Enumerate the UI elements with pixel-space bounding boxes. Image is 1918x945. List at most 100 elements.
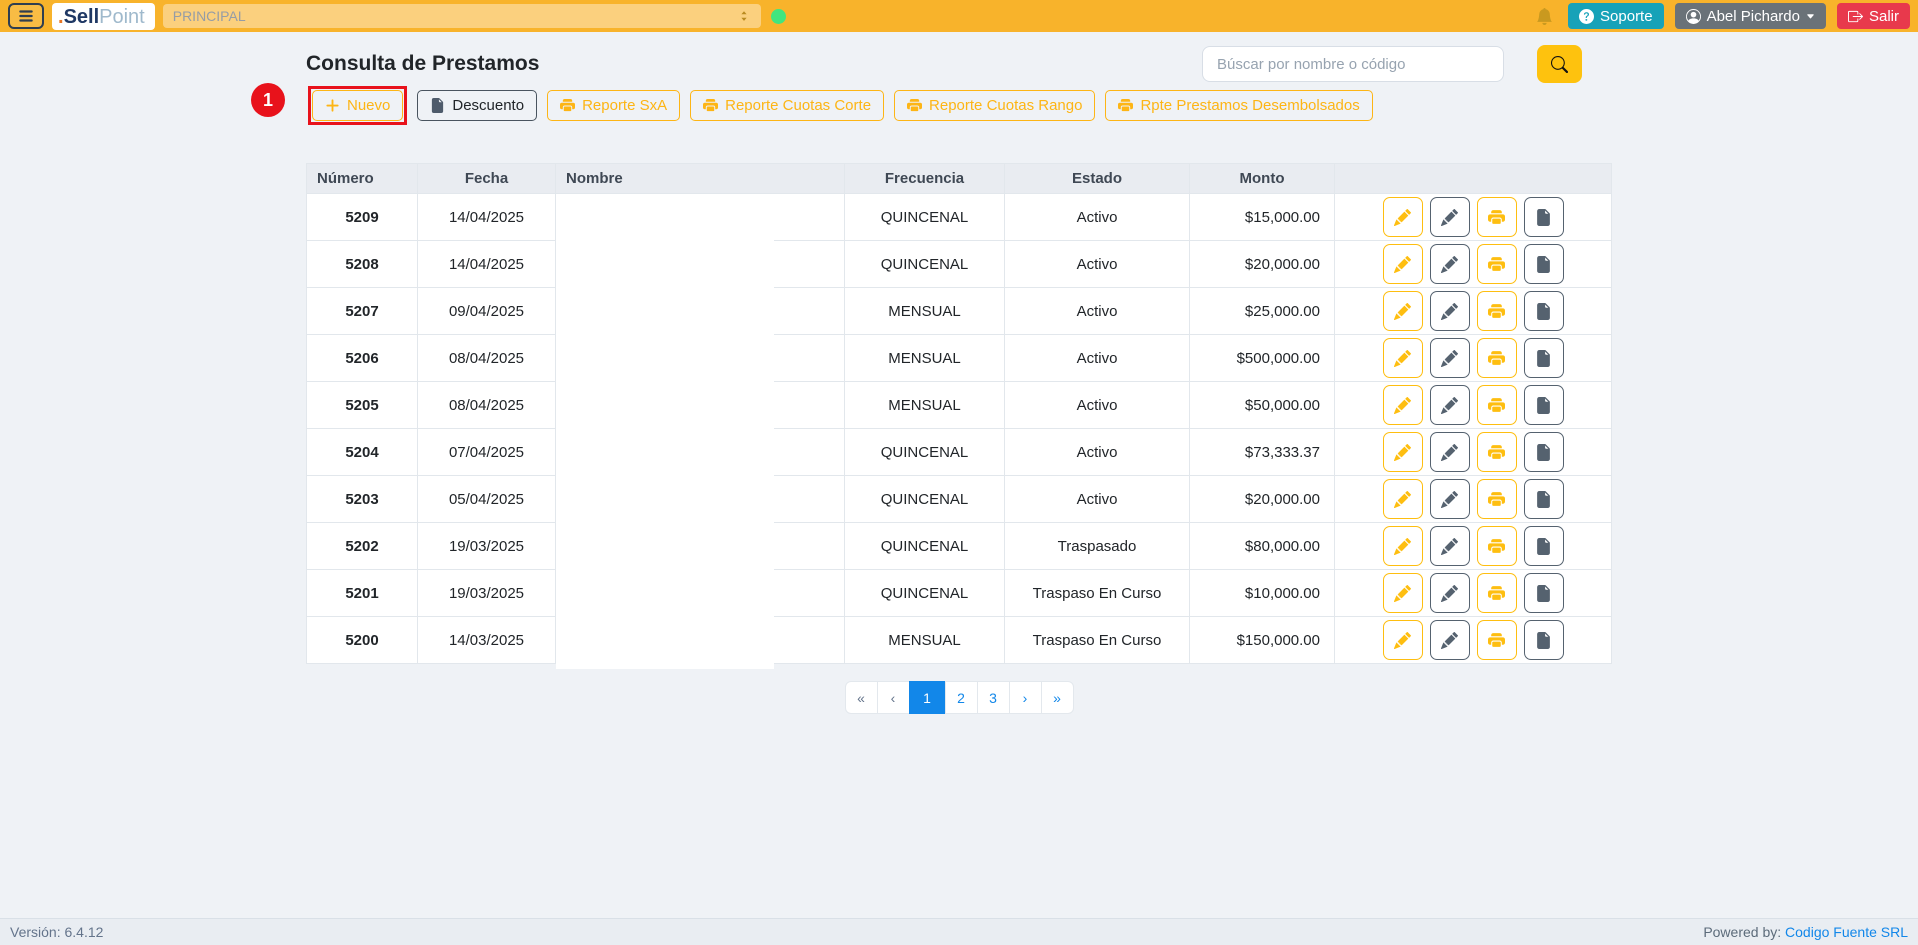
- loan-actions-cell: [1335, 617, 1612, 664]
- printer-icon: [703, 98, 718, 113]
- printer-icon: [1488, 538, 1505, 555]
- loan-document-button[interactable]: [1524, 197, 1564, 237]
- pagination-first[interactable]: «: [845, 681, 878, 714]
- loan-date-cell: 19/03/2025: [418, 570, 556, 617]
- loan-document-button[interactable]: [1524, 479, 1564, 519]
- annotate-loan-button[interactable]: [1430, 291, 1470, 331]
- pagination-page-2[interactable]: 2: [945, 681, 978, 714]
- annotate-loan-button[interactable]: [1430, 197, 1470, 237]
- pagination-last[interactable]: »: [1041, 681, 1074, 714]
- print-loan-button[interactable]: [1477, 338, 1517, 378]
- loan-date-cell: 14/04/2025: [418, 194, 556, 241]
- loan-document-button[interactable]: [1524, 244, 1564, 284]
- menu-toggle-button[interactable]: [8, 3, 44, 29]
- search-button[interactable]: [1537, 45, 1582, 83]
- loan-document-button[interactable]: [1524, 338, 1564, 378]
- print-loan-button[interactable]: [1477, 197, 1517, 237]
- print-loan-button[interactable]: [1477, 526, 1517, 566]
- annotate-loan-button[interactable]: [1430, 620, 1470, 660]
- table-row: 5206 08/04/2025 MENSUAL Activo $500,000.…: [307, 335, 1612, 382]
- pagination-next[interactable]: ›: [1009, 681, 1042, 714]
- pencil-icon: [1441, 303, 1458, 320]
- redacted-names-overlay: [556, 194, 774, 669]
- support-label: Soporte: [1600, 8, 1653, 25]
- header-numero: Número: [307, 164, 418, 194]
- loan-document-button[interactable]: [1524, 620, 1564, 660]
- loan-date-cell: 09/04/2025: [418, 288, 556, 335]
- pencil-icon: [1441, 538, 1458, 555]
- print-loan-button[interactable]: [1477, 244, 1517, 284]
- print-loan-button[interactable]: [1477, 291, 1517, 331]
- table-row: 5203 05/04/2025 QUINCENAL Activo $20,000…: [307, 476, 1612, 523]
- loan-status-cell: Traspaso En Curso: [1005, 617, 1190, 664]
- loan-number-cell: 5206: [307, 335, 418, 382]
- annotate-loan-button[interactable]: [1430, 573, 1470, 613]
- pagination-page-1[interactable]: 1: [909, 681, 946, 714]
- loan-document-button[interactable]: [1524, 432, 1564, 472]
- edit-loan-button[interactable]: [1383, 197, 1423, 237]
- pencil-icon: [1394, 209, 1411, 226]
- edit-loan-button[interactable]: [1383, 338, 1423, 378]
- edit-loan-button[interactable]: [1383, 244, 1423, 284]
- reporte-sxa-button[interactable]: Reporte SxA: [547, 90, 680, 121]
- nuevo-button[interactable]: Nuevo: [312, 90, 403, 121]
- reporte-cuotas-corte-button[interactable]: Reporte Cuotas Corte: [690, 90, 884, 121]
- edit-loan-button[interactable]: [1383, 479, 1423, 519]
- loan-frequency-cell: MENSUAL: [845, 335, 1005, 382]
- powered-by-link[interactable]: Codigo Fuente SRL: [1785, 924, 1908, 940]
- loan-actions-cell: [1335, 382, 1612, 429]
- loan-document-button[interactable]: [1524, 526, 1564, 566]
- pagination-prev[interactable]: ‹: [877, 681, 910, 714]
- search-icon: [1551, 56, 1568, 73]
- loan-document-button[interactable]: [1524, 573, 1564, 613]
- edit-loan-button[interactable]: [1383, 620, 1423, 660]
- notifications-bell-icon[interactable]: [1536, 8, 1553, 25]
- logout-button[interactable]: Salir: [1837, 3, 1910, 29]
- print-loan-button[interactable]: [1477, 385, 1517, 425]
- printer-icon: [1488, 256, 1505, 273]
- edit-loan-button[interactable]: [1383, 573, 1423, 613]
- table-row: 5202 19/03/2025 QUINCENAL Traspasado $80…: [307, 523, 1612, 570]
- reporte-cuotas-rango-button[interactable]: Reporte Cuotas Rango: [894, 90, 1095, 121]
- loan-status-cell: Activo: [1005, 288, 1190, 335]
- loan-actions-cell: [1335, 429, 1612, 476]
- print-loan-button[interactable]: [1477, 479, 1517, 519]
- plus-icon: [325, 98, 340, 113]
- row-actions: [1335, 620, 1611, 660]
- loan-frequency-cell: QUINCENAL: [845, 194, 1005, 241]
- annotation-highlight-box: Nuevo: [308, 86, 407, 125]
- annotate-loan-button[interactable]: [1430, 432, 1470, 472]
- pencil-icon: [1441, 585, 1458, 602]
- print-loan-button[interactable]: [1477, 620, 1517, 660]
- edit-loan-button[interactable]: [1383, 526, 1423, 566]
- loan-status-cell: Traspaso En Curso: [1005, 570, 1190, 617]
- print-loan-button[interactable]: [1477, 432, 1517, 472]
- annotate-loan-button[interactable]: [1430, 385, 1470, 425]
- edit-loan-button[interactable]: [1383, 291, 1423, 331]
- edit-loan-button[interactable]: [1383, 432, 1423, 472]
- annotate-loan-button[interactable]: [1430, 526, 1470, 566]
- loan-date-cell: 19/03/2025: [418, 523, 556, 570]
- loan-amount-cell: $500,000.00: [1190, 335, 1335, 382]
- branch-select[interactable]: PRINCIPAL: [163, 4, 761, 28]
- header-frecuencia: Frecuencia: [845, 164, 1005, 194]
- print-loan-button[interactable]: [1477, 573, 1517, 613]
- pencil-icon: [1394, 256, 1411, 273]
- pagination-page-3[interactable]: 3: [977, 681, 1010, 714]
- file-icon: [1535, 538, 1552, 555]
- loan-actions-cell: [1335, 523, 1612, 570]
- loan-document-button[interactable]: [1524, 385, 1564, 425]
- descuento-button[interactable]: Descuento: [417, 90, 537, 121]
- rpte-prestamos-desembolsados-button[interactable]: Rpte Prestamos Desembolsados: [1105, 90, 1372, 121]
- annotate-loan-button[interactable]: [1430, 479, 1470, 519]
- user-menu-button[interactable]: Abel Pichardo: [1675, 3, 1826, 29]
- person-circle-icon: [1686, 9, 1701, 24]
- edit-loan-button[interactable]: [1383, 385, 1423, 425]
- annotate-loan-button[interactable]: [1430, 244, 1470, 284]
- pencil-icon: [1441, 444, 1458, 461]
- search-input[interactable]: [1202, 46, 1504, 82]
- support-button[interactable]: Soporte: [1568, 3, 1664, 29]
- loan-amount-cell: $50,000.00: [1190, 382, 1335, 429]
- loan-document-button[interactable]: [1524, 291, 1564, 331]
- annotate-loan-button[interactable]: [1430, 338, 1470, 378]
